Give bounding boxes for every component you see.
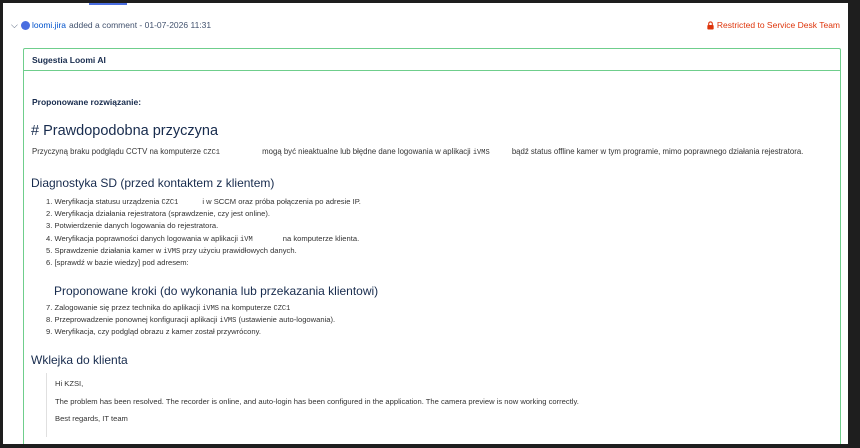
app-code: iVMS	[219, 317, 237, 326]
app-code: iVMS	[472, 149, 490, 157]
comment-header: ⌵ loomi.jira added a comment - 01-07-202…	[11, 17, 840, 33]
list-item: 7. Zalogowanie się przez technika do apl…	[46, 303, 335, 315]
app-code: iVMS	[163, 247, 181, 256]
list-item: 6. [sprawdź w bazie wiedzy] pod adresem:	[46, 257, 189, 267]
list-item-text: 5. Sprawdzenie działania kamer w	[46, 245, 162, 255]
list-item-text: 1. Weryfikacja statusu urządzenia	[46, 197, 160, 206]
chevron-down-icon[interactable]: ⌵	[11, 20, 21, 31]
list-item-text: na komputerze klienta.	[282, 233, 360, 243]
cause-heading: # Prawdopodobna przyczyna	[31, 123, 219, 139]
list-item-text: przy użyciu prawidłowych danych.	[182, 245, 297, 255]
computer-code: CZC1	[161, 199, 179, 207]
comment-separator: -	[137, 20, 145, 30]
list-item: 2. Weryfikacja działania rejestratora (s…	[46, 209, 270, 219]
diagnostics-list: 1. Weryfikacja statusu urządzenia CZC1 i …	[46, 197, 361, 270]
list-item: 5. Sprawdzenie działania kamer w iVMS pr…	[46, 246, 361, 258]
app-code: iVMS	[202, 305, 220, 313]
avatar[interactable]	[21, 20, 30, 30]
diagnostics-heading: Diagnostyka SD (przed kontaktem z klient…	[31, 176, 275, 190]
cause-text-part: bądź status offline kamer w tym programi…	[511, 147, 804, 156]
computer-code: CZC1	[203, 149, 220, 157]
comment-action: added a comment	[69, 20, 138, 30]
steps-heading: Proponowane kroki (do wykonania lub prze…	[54, 284, 379, 298]
cause-text-part: mogą być nieaktualne lub błędne dane log…	[262, 147, 471, 156]
app-code: iVM	[240, 235, 253, 244]
comment-author-link[interactable]: loomi.jira	[32, 20, 66, 30]
list-item-text: 8. Przeprowadzenie ponownej konfiguracji…	[46, 315, 218, 325]
list-item: 3. Potwierdzenie danych logowania do rej…	[46, 221, 219, 231]
restriction-label: Restricted to Service Desk Team	[716, 20, 840, 30]
list-item-text: 4. Weryfikacja poprawności danych logowa…	[46, 233, 238, 243]
restriction-badge[interactable]: Restricted to Service Desk Team	[706, 20, 840, 30]
list-item-text: na komputerze	[221, 303, 272, 312]
steps-list: 7. Zalogowanie się przez technika do apl…	[46, 303, 335, 340]
list-item-text: (ustawienie auto-logowania).	[238, 315, 336, 325]
paste-signoff: Best regards, IT team	[55, 414, 128, 423]
app-frame: ⌵ loomi.jira added a comment - 01-07-202…	[3, 3, 848, 444]
list-item: 9. Weryfikacja, czy podgląd obrazu z kam…	[46, 327, 261, 337]
paste-body: The problem has been resolved. The recor…	[55, 396, 579, 406]
comment-timestamp: 01-07-2026 11:31	[144, 20, 212, 30]
list-item: 1. Weryfikacja statusu urządzenia CZC1 i …	[46, 197, 361, 209]
panel-title: Sugestia Loomi AI	[24, 49, 840, 71]
paste-greeting: Hi KZSI,	[55, 379, 84, 388]
customer-paste-heading: Wklejka do klienta	[31, 353, 128, 367]
customer-paste-block: Hi KZSI, The problem has been resolved. …	[46, 373, 826, 437]
computer-code: CZC1	[273, 305, 291, 313]
proposed-solution-label: Proponowane rozwiązanie:	[32, 97, 142, 107]
ai-suggestion-panel: Sugestia Loomi AI Proponowane rozwiązani…	[23, 48, 841, 444]
lock-icon	[707, 20, 714, 30]
list-item-text: 7. Zalogowanie się przez technika do apl…	[46, 303, 201, 312]
list-item: 8. Przeprowadzenie ponownej konfiguracji…	[46, 315, 335, 327]
active-tab-indicator	[89, 3, 127, 5]
list-item-text: i w SCCM oraz próba połączenia po adresi…	[202, 197, 361, 206]
list-item: 4. Weryfikacja poprawności danych logowa…	[46, 234, 361, 246]
cause-text-part: Przyczyną braku podglądu CCTV na kompute…	[32, 147, 202, 156]
cause-text: Przyczyną braku podglądu CCTV na kompute…	[32, 147, 803, 157]
